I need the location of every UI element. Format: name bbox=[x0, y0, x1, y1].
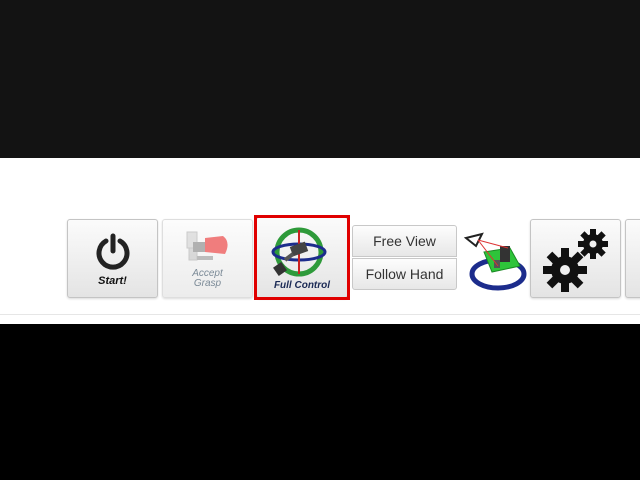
gripper-icon bbox=[186, 231, 228, 261]
selected-mode-highlight bbox=[254, 215, 350, 300]
accept-grasp-label-line2: Grasp bbox=[193, 278, 222, 289]
free-view-button[interactable]: Free View bbox=[352, 225, 457, 257]
next-toolbar-button-partial[interactable] bbox=[625, 219, 640, 298]
gears-icon bbox=[543, 229, 608, 292]
top-dark-band bbox=[0, 0, 640, 158]
power-icon bbox=[96, 233, 130, 270]
navigation-cursor-icon[interactable] bbox=[462, 222, 528, 294]
start-label: Start! bbox=[98, 275, 127, 287]
accept-grasp-button[interactable]: Accept Grasp bbox=[162, 219, 253, 298]
start-button[interactable]: Start! bbox=[67, 219, 158, 298]
bottom-dark-band bbox=[0, 324, 640, 480]
follow-hand-button[interactable]: Follow Hand bbox=[352, 258, 457, 290]
settings-button[interactable] bbox=[530, 219, 621, 298]
toolbar-divider bbox=[0, 314, 640, 315]
